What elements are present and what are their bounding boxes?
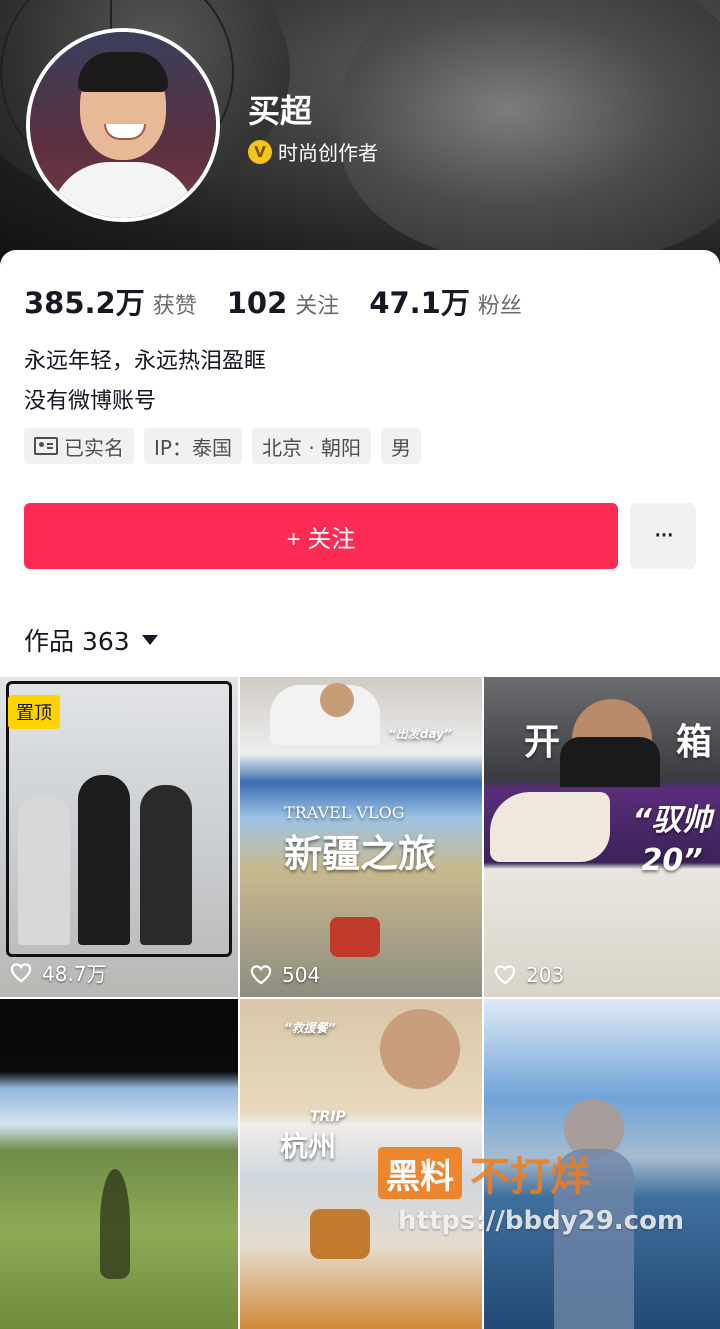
works-label: 作品 363 [24,627,130,656]
stat-likes[interactable]: 385.2万 获赞 [24,280,197,322]
heart-icon [10,962,32,983]
tag-location: 北京 · 朝阳 [251,428,372,464]
bio: 永远年轻，永远热泪盈眶 没有微博账号 [24,342,266,422]
id-card-icon [34,437,58,455]
thumbnail-title: 新疆之旅 [284,832,437,876]
tag-gender: 男 [381,428,422,464]
heart-icon [250,965,272,985]
watermark-url: https://bbdy29.com [398,1206,685,1236]
tag-verified-identity: 已实名 [24,428,134,464]
pinned-badge: 置顶 [8,695,60,729]
thumbnail-subtitle: TRAVEL VLOG [284,803,405,822]
stat-following[interactable]: 102 关注 [227,286,340,320]
thumbnail-title: 箱 [676,722,713,763]
thumbnail-tag: “救援餐” [284,1021,336,1035]
tag-label: 已实名 [64,435,124,460]
verified-label: 时尚创作者 [278,141,378,165]
stat-likes-count: 385.2万 [24,286,145,320]
stat-following-label: 关注 [295,294,340,319]
likes-count: 48.7万 [10,958,107,987]
verification-row: V 时尚创作者 [248,137,378,166]
profile-name: 买超 [248,92,313,130]
stat-followers-count: 47.1万 [369,286,470,320]
thumbnail-title: 杭州 [280,1130,337,1163]
tag-label: 北京 · 朝阳 [261,435,362,460]
more-options-button[interactable]: ··· [630,503,696,569]
bio-line: 永远年轻，永远热泪盈眶 [24,349,267,374]
stat-followers[interactable]: 47.1万 粉丝 [369,280,522,322]
works-tab[interactable]: 作品 363 [24,622,158,658]
heart-icon [494,965,516,985]
likes-value: 504 [282,963,321,987]
tag-label: 男 [391,435,412,460]
watermark-text: 不打烊 [470,1154,590,1200]
thumbnail-title: 开 [524,722,561,763]
thumbnail-subtitle: TRIP [310,1109,346,1125]
thumbnail-tag: “出发day” [388,727,452,741]
thumbnail-quote: “驭帅 20” [632,803,712,878]
watermark-box: 黑料 [378,1147,462,1199]
video-thumbnail[interactable]: 置顶 48.7万 [0,677,238,997]
likes-count: 203 [494,963,564,987]
stat-likes-label: 获赞 [152,294,197,319]
profile-tags: 已实名 IP：泰国 北京 · 朝阳 男 [24,428,422,464]
stat-followers-label: 粉丝 [477,294,522,319]
avatar[interactable] [26,28,220,222]
dropdown-triangle-icon [141,635,158,645]
video-thumbnail[interactable]: 开 箱 “驭帅 20” 203 [484,677,720,997]
likes-value: 203 [526,963,565,987]
bio-line: 没有微博账号 [24,389,157,414]
stat-following-count: 102 [226,286,288,320]
stats-row: 385.2万 获赞 102 关注 47.1万 粉丝 [24,280,522,322]
tag-ip: IP：泰国 [144,428,242,464]
tag-label: IP：泰国 [154,435,232,460]
follow-button[interactable]: + 关注 [24,503,618,569]
likes-value: 48.7万 [42,962,107,986]
video-thumbnail[interactable]: “出发day” TRAVEL VLOG 新疆之旅 504 [240,677,482,997]
profile-panel: 385.2万 获赞 102 关注 47.1万 粉丝 永远年轻，永远热泪盈眶 没有… [0,250,720,1329]
watermark-logo: 黑料 不打烊 [378,1143,678,1203]
cover-face [340,0,720,260]
verified-badge-icon: V [248,139,272,164]
likes-count: 504 [250,963,320,987]
